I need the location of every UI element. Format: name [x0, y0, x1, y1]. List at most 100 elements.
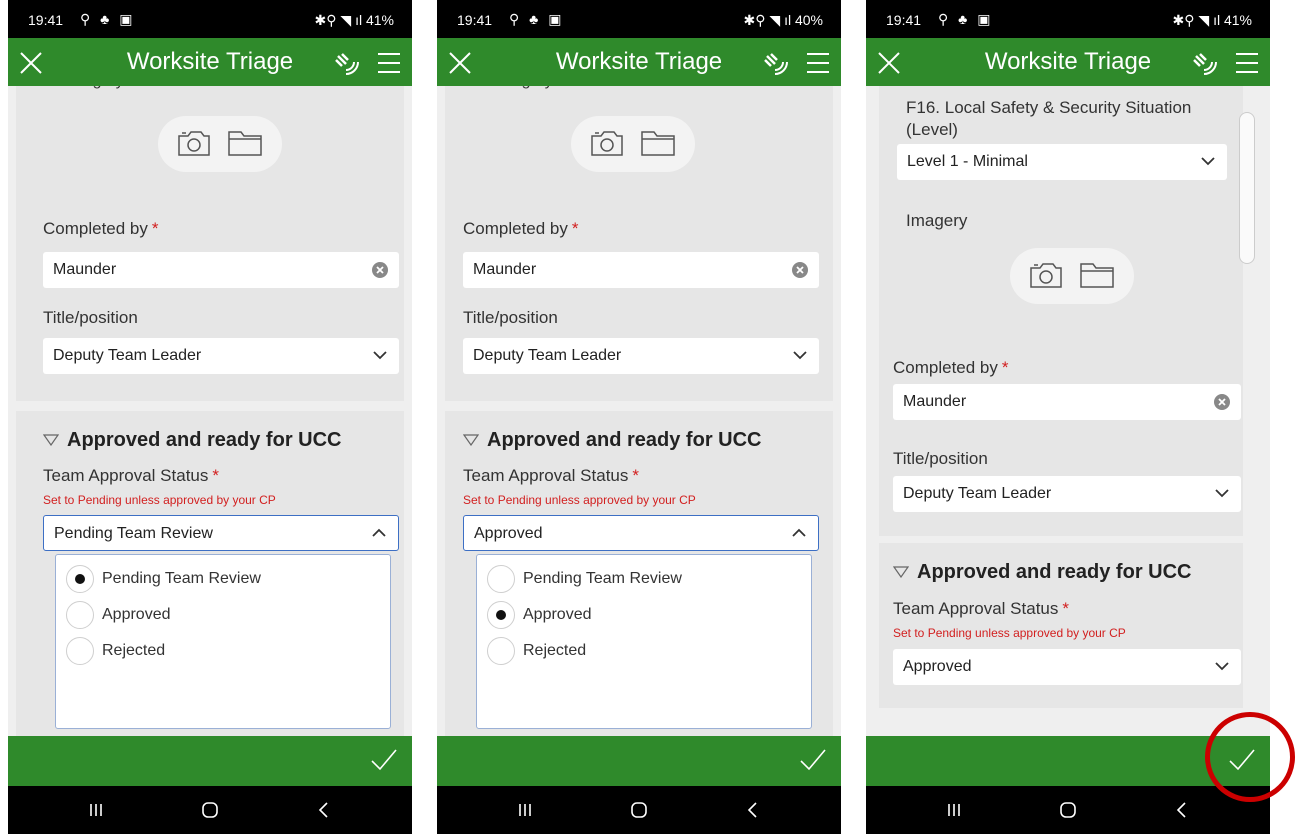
status-icons: ✱⚲ ◥ ıl 41% — [1172, 12, 1252, 28]
home-icon[interactable] — [1058, 800, 1078, 820]
android-nav-bar — [8, 786, 412, 834]
home-icon[interactable] — [200, 800, 220, 820]
completed-by-label: Completed by * — [893, 358, 1009, 377]
option-approved[interactable]: Approved — [487, 601, 787, 631]
approval-hint: Set to Pending unless approved by your C… — [43, 493, 276, 507]
title-position-select[interactable]: Deputy Team Leader — [893, 476, 1241, 512]
approval-card: Approved and ready for UCC Team Approval… — [879, 543, 1243, 708]
approval-status-select[interactable]: Approved — [893, 649, 1241, 685]
completed-by-input[interactable]: Maunder — [463, 252, 819, 288]
option-pending[interactable]: Pending Team Review — [66, 565, 366, 595]
scroll-handle[interactable] — [1239, 112, 1255, 264]
option-approved[interactable]: Approved — [66, 601, 366, 631]
approval-card: Approved and ready for UCC Team Approval… — [445, 411, 833, 736]
imagery-buttons — [1010, 248, 1134, 304]
phone-screen-2: 19:41 ⚲ ♣ ▣ ✱⚲ ◥ ıl 40% Worksite Triage … — [437, 0, 841, 834]
imagery-buttons — [571, 116, 695, 172]
folder-icon[interactable] — [226, 128, 264, 158]
submit-check-icon[interactable] — [370, 746, 398, 774]
back-icon[interactable] — [314, 800, 334, 820]
status-bar: 19:41 ⚲ ♣ ▣ ✱⚲ ◥ ıl 41% — [866, 0, 1270, 38]
folder-icon[interactable] — [639, 128, 677, 158]
phone-screen-3: 19:41 ⚲ ♣ ▣ ✱⚲ ◥ ıl 41% Worksite Triage … — [866, 0, 1270, 834]
title-position-label: Title/position — [43, 308, 138, 327]
option-rejected[interactable]: Rejected — [487, 637, 787, 667]
imagery-buttons — [158, 116, 282, 172]
approval-status-label: Team Approval Status * — [43, 466, 219, 485]
radio-button[interactable] — [66, 637, 94, 665]
radio-button[interactable] — [66, 565, 94, 593]
clear-icon[interactable] — [371, 261, 389, 279]
footer-bar — [437, 736, 841, 786]
radio-button[interactable] — [66, 601, 94, 629]
status-time: 19:41 — [457, 12, 493, 28]
gps-satellite-icon[interactable] — [1190, 50, 1218, 76]
footer-bar — [8, 736, 412, 786]
chevron-down-icon — [373, 351, 387, 360]
chevron-up-icon — [792, 528, 806, 537]
approval-status-label: Team Approval Status * — [463, 466, 639, 485]
menu-icon[interactable] — [805, 50, 831, 76]
back-icon[interactable] — [1172, 800, 1192, 820]
collapse-triangle-icon — [43, 434, 59, 446]
status-time: 19:41 — [28, 12, 64, 28]
form-card: Imagery Completed by* Maunder Title/posi… — [16, 86, 404, 401]
notification-icons: ⚲ ♣ ▣ — [80, 11, 136, 27]
title-position-select[interactable]: Deputy Team Leader — [43, 338, 399, 374]
recent-apps-icon[interactable] — [944, 800, 964, 820]
clear-icon[interactable] — [791, 261, 809, 279]
highlight-circle-annotation — [1205, 712, 1295, 802]
title-position-select[interactable]: Deputy Team Leader — [463, 338, 819, 374]
camera-icon[interactable] — [1028, 260, 1064, 290]
approval-hint: Set to Pending unless approved by your C… — [463, 493, 696, 507]
status-icons: ✱⚲ ◥ ıl 40% — [743, 12, 823, 28]
section-header[interactable]: Approved and ready for UCC — [893, 561, 1191, 584]
f16-level-select[interactable]: Level 1 - Minimal — [897, 144, 1227, 180]
status-bar: 19:41 ⚲ ♣ ▣ ✱⚲ ◥ ıl 40% — [437, 0, 841, 38]
recent-apps-icon[interactable] — [515, 800, 535, 820]
option-pending[interactable]: Pending Team Review — [487, 565, 787, 595]
radio-button[interactable] — [487, 601, 515, 629]
chevron-down-icon — [1215, 489, 1229, 498]
form-content: F16. Local Safety & Security Situation (… — [866, 86, 1270, 736]
clear-icon[interactable] — [1213, 393, 1231, 411]
f16-label: F16. Local Safety & Security Situation (… — [906, 98, 1192, 139]
chevron-down-icon — [1215, 662, 1229, 671]
radio-button[interactable] — [487, 565, 515, 593]
status-bar: 19:41 ⚲ ♣ ▣ ✱⚲ ◥ ıl 41% — [8, 0, 412, 38]
recent-apps-icon[interactable] — [86, 800, 106, 820]
menu-icon[interactable] — [1234, 50, 1260, 76]
section-header[interactable]: Approved and ready for UCC — [43, 429, 341, 452]
gps-satellite-icon[interactable] — [332, 50, 360, 76]
form-content: Imagery Completed by* Maunder Title/posi… — [8, 86, 412, 736]
approval-status-label: Team Approval Status * — [893, 599, 1069, 618]
gps-satellite-icon[interactable] — [761, 50, 789, 76]
completed-by-input[interactable]: Maunder — [893, 384, 1241, 420]
form-card-lower: Completed by * Maunder Title/position Dep… — [879, 336, 1243, 536]
app-header: Worksite Triage — [8, 38, 412, 86]
title-position-label: Title/position — [893, 449, 988, 468]
radio-button[interactable] — [487, 637, 515, 665]
section-header[interactable]: Approved and ready for UCC — [463, 429, 761, 452]
submit-check-icon[interactable] — [799, 746, 827, 774]
notification-icons: ⚲ ♣ ▣ — [938, 11, 994, 27]
approval-hint: Set to Pending unless approved by your C… — [893, 626, 1126, 640]
option-rejected[interactable]: Rejected — [66, 637, 366, 667]
android-nav-bar — [866, 786, 1270, 834]
completed-by-label: Completed by * — [43, 219, 159, 238]
menu-icon[interactable] — [376, 50, 402, 76]
back-icon[interactable] — [743, 800, 763, 820]
approval-status-select[interactable]: Pending Team Review — [43, 515, 399, 551]
approval-dropdown: Pending Team Review Approved Rejected — [55, 554, 391, 729]
camera-icon[interactable] — [589, 128, 625, 158]
approval-status-select[interactable]: Approved — [463, 515, 819, 551]
title-position-label: Title/position — [463, 308, 558, 327]
camera-icon[interactable] — [176, 128, 212, 158]
notification-icons: ⚲ ♣ ▣ — [509, 11, 565, 27]
chevron-up-icon — [372, 528, 386, 537]
collapse-triangle-icon — [893, 566, 909, 578]
completed-by-input[interactable]: Maunder — [43, 252, 399, 288]
status-icons: ✱⚲ ◥ ıl 41% — [314, 12, 394, 28]
folder-icon[interactable] — [1078, 260, 1116, 290]
home-icon[interactable] — [629, 800, 649, 820]
